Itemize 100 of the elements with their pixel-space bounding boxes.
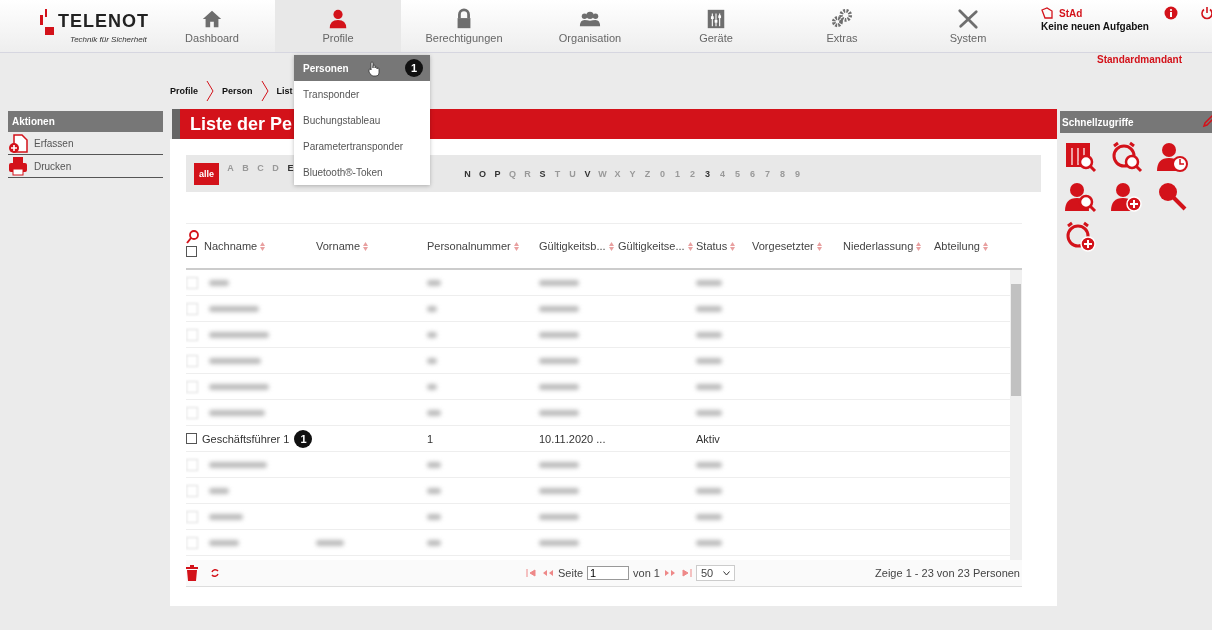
blurred-text [427,409,441,416]
blurred-text [539,279,579,286]
letter-filter[interactable]: O [475,168,490,179]
pencil-icon[interactable] [1202,114,1212,128]
sort-icon [260,241,266,251]
blurred-text [696,331,722,338]
clock-add-icon[interactable] [1064,220,1098,254]
next-page-icon[interactable] [664,569,676,577]
tasks-status: Keine neuen Aufgaben [1041,21,1150,32]
chevron-icon [260,80,269,102]
letter-filter[interactable]: alle [194,162,219,185]
sort-icon [916,241,922,251]
blurred-text [539,461,579,468]
nav-tab[interactable]: Profile [275,0,401,52]
blurred-text [209,409,265,416]
blurred-text [427,383,437,390]
record-summary: Zeige 1 - 23 von 23 Personen [875,567,1020,579]
menu-item[interactable]: Buchungstableau [294,107,430,133]
blurred-text [209,461,267,468]
breadcrumb-link[interactable]: Person [222,86,253,96]
letter-filter[interactable]: P [490,168,505,179]
trash-icon[interactable] [186,565,198,581]
row-checkbox[interactable] [186,433,197,444]
page-field[interactable]: 1 [587,566,630,580]
menu-item[interactable]: Transponder [294,81,430,107]
page-title: Liste der Pe [190,113,293,135]
logo-marks-icon [40,8,54,35]
blurred-text [539,487,579,494]
home-icon [201,8,223,30]
user-name[interactable]: StAd [1059,7,1083,19]
column-header[interactable]: Abteilung [934,240,988,252]
nav-tab[interactable]: Extras [779,0,905,52]
sidebar-title: Aktionen [8,111,163,132]
nav-tab[interactable]: System [905,0,1031,52]
blurred-text [696,409,722,416]
blurred-text [427,279,441,286]
last-page-icon[interactable] [680,569,692,577]
blurred-text [696,461,722,468]
sidebar-item[interactable]: Erfassen [8,132,163,155]
blurred-text [427,461,441,468]
hand-cursor-icon [368,61,380,77]
table-cell: Geschäftsführer 1 [202,432,290,445]
breadcrumb-link[interactable]: Profile [170,86,198,96]
panel-search-icon[interactable] [1064,140,1098,174]
column-header[interactable]: Gültigkeitsb... [539,240,614,252]
blurred-text [209,383,269,390]
printer-icon [8,156,28,176]
person-clock-icon[interactable] [1156,140,1190,174]
blurred-text [539,409,579,416]
nav-tab[interactable]: Organisation [527,0,653,52]
column-header[interactable]: Gültigkeitse... [618,240,693,252]
letter-filter[interactable]: 3 [700,168,715,179]
table-cell-text: 1 [427,432,435,445]
menu-item[interactable]: Parametertransponder [294,133,430,159]
person-add-icon[interactable] [1110,180,1144,214]
first-page-icon[interactable] [526,569,538,577]
nav-tab[interactable]: Dashboard [149,0,275,52]
clock-search-icon[interactable] [1110,140,1144,174]
nav-tab[interactable]: Geräte [653,0,779,52]
quick-access-title: Schnellzugriffe [1060,111,1212,133]
select-all-checkbox[interactable] [186,245,197,257]
blurred-text [696,487,722,494]
sort-icon [982,241,988,251]
person-search-icon[interactable] [1064,180,1098,214]
blurred-text [539,513,579,520]
previous-page-icon[interactable] [542,569,554,577]
page-size-select[interactable]: 50 [696,565,736,581]
blurred-text [539,357,579,364]
column-header[interactable]: Niederlassung [843,240,922,252]
blurred-text [427,539,441,546]
blurred-text [427,487,441,494]
nav-tab[interactable]: Berechtigungen [401,0,527,52]
table-cell-text: Aktiv [696,432,721,445]
blurred-text [696,279,722,286]
refresh-icon[interactable] [210,568,220,578]
letter-filter[interactable]: S [535,168,550,179]
power-icon[interactable] [1200,6,1212,20]
callout-badge: 1 [294,429,313,448]
column-header[interactable]: Vorname [316,240,369,252]
info-icon[interactable] [1164,6,1179,20]
logo-wordmark: TELENOT [58,11,149,32]
letter-filter[interactable]: V [580,168,595,179]
blurred-text [696,513,722,520]
sidebar-item[interactable]: Drucken [8,155,163,178]
blurred-text [209,279,229,286]
column-header[interactable]: Nachname [204,240,266,252]
gears-icon [831,8,853,30]
scrollbar[interactable] [1010,270,1022,560]
blurred-text [209,539,239,546]
blurred-text [539,331,579,338]
search-icon[interactable] [186,229,200,244]
column-header[interactable]: Status [696,240,736,252]
column-header[interactable]: Vorgesetzter [752,240,822,252]
blurred-text [539,305,579,312]
letter-filter[interactable]: N [460,168,475,179]
breadcrumb-link[interactable]: List [276,86,293,96]
sort-icon [687,241,693,251]
column-header[interactable]: Personalnummer [427,240,519,252]
logo-tagline: Technik für Sicherheit [70,34,148,44]
sort-icon [513,241,519,251]
